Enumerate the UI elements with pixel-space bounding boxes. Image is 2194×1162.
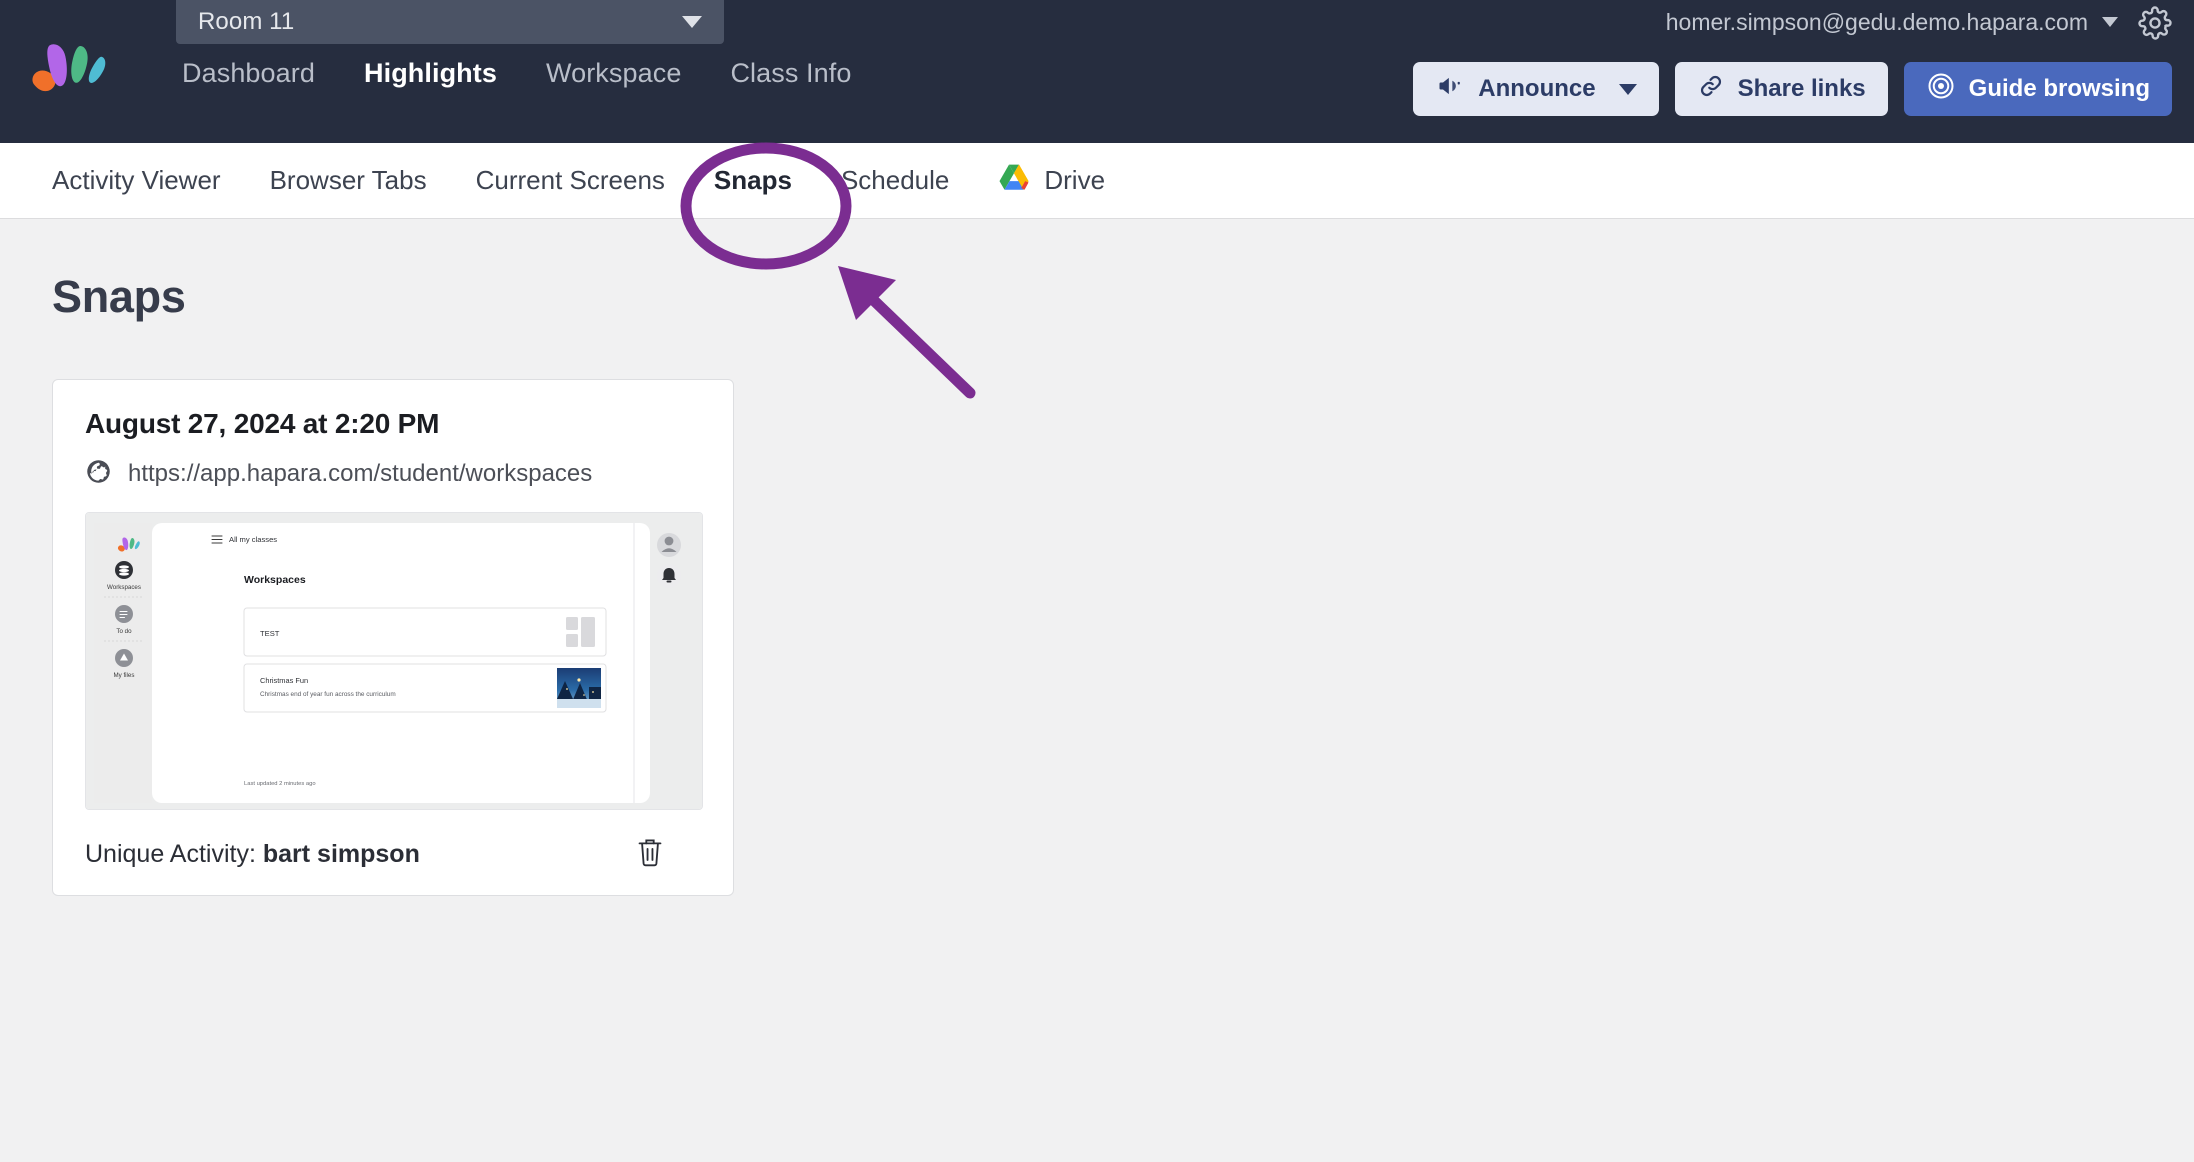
- announce-button[interactable]: Announce: [1413, 62, 1659, 116]
- tab-drive[interactable]: Drive: [998, 163, 1105, 199]
- page-title: Snaps: [52, 271, 186, 322]
- account-menu[interactable]: homer.simpson@gedu.demo.hapara.com: [1666, 0, 2118, 44]
- tab-snaps[interactable]: Snaps: [714, 165, 792, 196]
- snap-url-row: https://app.hapara.com/student/workspace…: [85, 458, 701, 490]
- chevron-down-icon: [2102, 17, 2118, 27]
- tab-browser-tabs[interactable]: Browser Tabs: [270, 165, 427, 196]
- app-header: Room 11 Dashboard Highlights Workspace C…: [0, 0, 2194, 143]
- svg-text:Christmas Fun: Christmas Fun: [260, 676, 308, 685]
- tab-schedule-label: Schedule: [840, 165, 950, 195]
- secondary-navigation: Activity Viewer Browser Tabs Current Scr…: [0, 143, 2194, 219]
- delete-snap-button[interactable]: [635, 836, 665, 873]
- chevron-down-icon: [1618, 83, 1637, 95]
- tab-browser-tabs-label: Browser Tabs: [269, 165, 427, 195]
- header-actions: Announce Share links Guide browsing: [1413, 62, 2172, 116]
- link-icon: [1697, 72, 1725, 107]
- svg-text:TEST: TEST: [260, 629, 280, 638]
- room-selector[interactable]: Room 11: [176, 0, 724, 44]
- snap-url[interactable]: https://app.hapara.com/student/workspace…: [128, 460, 592, 488]
- snap-activity-label: Unique Activity: bart simpson: [85, 840, 420, 869]
- tab-snaps-label: Snaps: [713, 165, 792, 195]
- globe-icon: [85, 458, 112, 490]
- student-name: bart simpson: [262, 840, 420, 868]
- share-links-button[interactable]: Share links: [1674, 62, 1888, 116]
- share-links-button-label: Share links: [1737, 75, 1866, 102]
- primary-navigation: Dashboard Highlights Workspace Class Inf…: [182, 58, 852, 89]
- tab-drive-label: Drive: [1044, 165, 1106, 195]
- tab-current-screens[interactable]: Current Screens: [476, 165, 665, 196]
- room-selector-label: Room 11: [198, 8, 295, 35]
- snap-thumbnail[interactable]: Workspaces To do My files All my classes…: [85, 512, 703, 810]
- nav-item-workspace[interactable]: Workspace: [546, 58, 681, 89]
- megaphone-icon: [1435, 72, 1465, 107]
- activity-label-text: Unique Activity:: [85, 840, 256, 868]
- target-icon: [1926, 71, 1956, 108]
- nav-item-class-info[interactable]: Class Info: [730, 58, 851, 89]
- account-email: homer.simpson@gedu.demo.hapara.com: [1665, 8, 2088, 35]
- svg-text:My files: My files: [114, 672, 135, 679]
- svg-text:Workspaces: Workspaces: [244, 574, 306, 586]
- snap-card: August 27, 2024 at 2:20 PM https://app.h…: [52, 379, 734, 896]
- guide-browsing-button[interactable]: Guide browsing: [1903, 62, 2172, 116]
- svg-text:To do: To do: [116, 628, 132, 635]
- tab-activity-viewer-label: Activity Viewer: [52, 165, 221, 195]
- snap-timestamp: August 27, 2024 at 2:20 PM: [85, 408, 440, 439]
- chevron-down-icon: [682, 16, 702, 28]
- guide-browsing-button-label: Guide browsing: [1968, 75, 2150, 102]
- hapara-logo[interactable]: [26, 36, 114, 96]
- tab-activity-viewer[interactable]: Activity Viewer: [52, 165, 221, 196]
- svg-text:Last updated 2 minutes ago: Last updated 2 minutes ago: [244, 781, 316, 787]
- tab-current-screens-label: Current Screens: [475, 165, 665, 195]
- svg-text:Christmas end of year fun acro: Christmas end of year fun across the cur…: [260, 691, 396, 698]
- settings-button[interactable]: [2138, 6, 2172, 45]
- svg-text:All my classes: All my classes: [229, 535, 277, 544]
- tab-schedule[interactable]: Schedule: [841, 165, 949, 196]
- announce-button-label: Announce: [1478, 75, 1596, 102]
- nav-item-highlights[interactable]: Highlights: [364, 58, 497, 89]
- svg-text:Workspaces: Workspaces: [107, 584, 141, 591]
- main-content: Snaps August 27, 2024 at 2:20 PM https:/…: [0, 219, 2194, 948]
- snap-card-footer: Unique Activity: bart simpson: [85, 836, 701, 873]
- google-drive-icon: [998, 163, 1030, 199]
- nav-item-dashboard[interactable]: Dashboard: [182, 58, 315, 89]
